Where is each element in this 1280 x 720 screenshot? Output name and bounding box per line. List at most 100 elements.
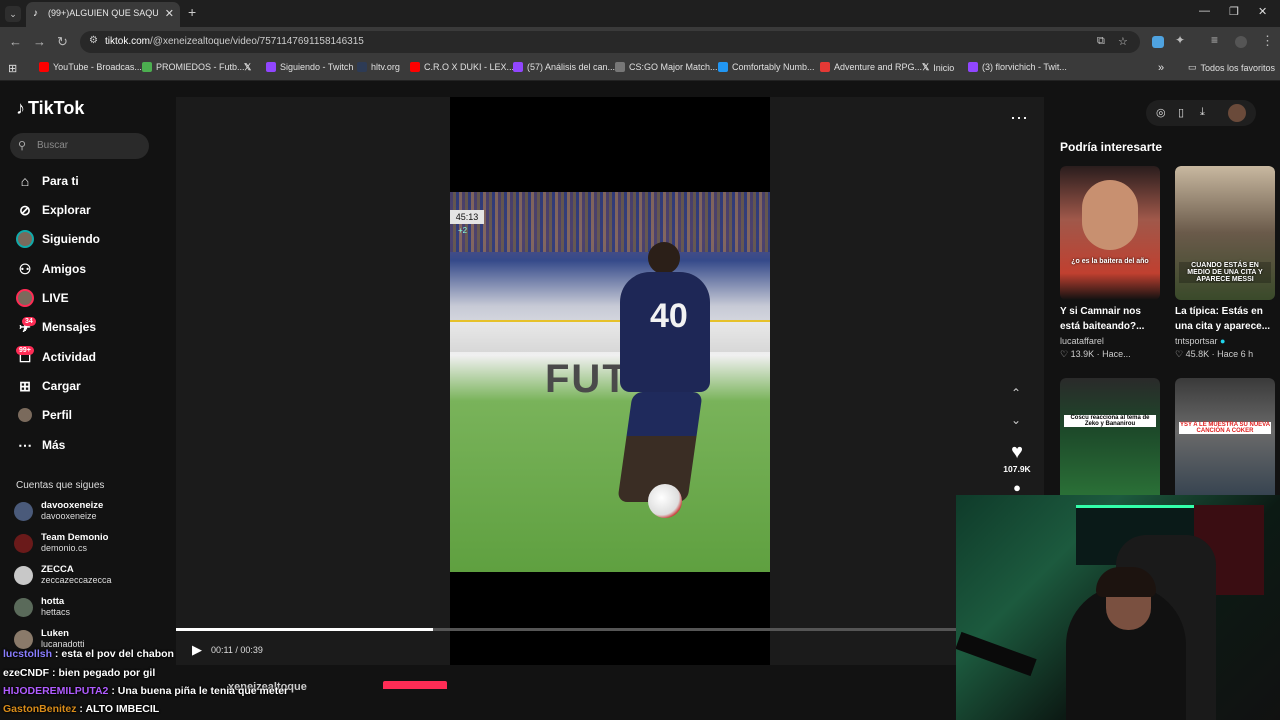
account-name: ZECCA [41,564,74,575]
bookmark-comfortably[interactable]: Comfortably Numb... [718,62,815,72]
following-avatar [16,230,34,248]
coins-icon[interactable]: ◎ [1156,106,1166,119]
nav-label: Perfil [42,408,73,422]
bookmark-inicio[interactable]: 𝕏 Inicio [922,62,954,73]
more-bookmarks-icon[interactable]: » [1158,62,1164,74]
scoreboard-time: 45:13 [450,210,484,224]
bookmark-label: Comfortably Numb... [732,62,815,72]
video-frame[interactable]: 45:13 +2 FUTBO 40 [450,192,770,572]
download-icon[interactable]: ⤓ [1200,106,1205,119]
device-icon[interactable]: ▯ [1178,106,1184,119]
chat-user: lucstollsh [3,648,53,660]
verified-badge-icon: ● [1220,336,1226,346]
like-button[interactable]: ♥ 107.9K ● [1000,441,1034,495]
nav-para-ti[interactable]: ⌂ Para ti [16,172,79,190]
chrome-menu-icon[interactable]: ⋮ [1261,33,1274,49]
tiktok-logo[interactable]: ♪ TikTok [16,98,84,119]
recommended-video-card[interactable]: Coscu reacciona al tema de Zeko y Banani… [1060,378,1160,512]
player-head [648,242,680,274]
followed-account[interactable]: Team Demonio demonio.cs [14,532,108,553]
game-icon [820,62,830,72]
more-options-icon[interactable]: ⋯ [1010,108,1028,129]
maximize-button[interactable]: ❐ [1229,5,1239,18]
bookmark-label: PROMIEDOS - Futb... [156,62,245,72]
video-progress-bar[interactable] [176,628,956,631]
user-avatar[interactable] [1228,104,1246,122]
thumbnail-caption: CUANDO ESTÁS EN MEDIO DE UNA CITA Y APAR… [1179,262,1271,283]
bookmark-florvichich[interactable]: (3) florvichich - Twit... [968,62,1067,72]
search-input[interactable]: ⚲ Buscar [10,133,149,159]
video-thumbnail: Coscu reacciona al tema de Zeko y Banani… [1060,378,1160,512]
bookmark-hltv[interactable]: hltv.org [357,62,400,72]
recommendations-title: Podría interesarte [1060,140,1163,154]
back-button[interactable]: ← [9,34,22,49]
csgo-icon [615,62,625,72]
nav-siguiendo[interactable]: Siguiendo [16,230,100,248]
followed-account[interactable]: hotta hettacs [14,596,70,617]
play-icon[interactable]: ▶ [192,642,202,658]
extensions-puzzle-icon[interactable]: ✦ [1175,33,1185,47]
browser-tab[interactable]: ♪ (99+)ALGUIEN QUE SAQUE A S ✕ [26,2,180,27]
tab-search-button[interactable]: ⌄ [5,6,21,22]
apps-grid-icon[interactable]: ⊞ [8,62,17,75]
nav-mas[interactable]: ⋯ Más [16,436,65,454]
heart-outline-icon: ♡ [1060,349,1069,359]
top-actions: ◎ ▯ ⤓ [1146,100,1256,126]
reload-button[interactable]: ↻ [57,34,68,50]
new-tab-button[interactable]: + [188,4,196,20]
bookmark-promiedos[interactable]: PROMIEDOS - Futb... [142,62,245,72]
all-favorites-folder[interactable]: ▭ Todos los favoritos [1188,62,1275,73]
nav-amigos[interactable]: ⚇ Amigos [16,260,86,278]
followed-account[interactable]: davooxeneize davooxeneize [14,500,103,521]
bookmark-star-icon[interactable]: ☆ [1118,35,1128,48]
chat-text: ALTO IMBECIL [85,703,160,715]
tab-close-icon[interactable]: ✕ [165,7,174,20]
promiedos-icon [142,62,152,72]
close-window-button[interactable]: ✕ [1258,5,1267,18]
profile-avatar[interactable] [1235,36,1247,48]
following-accounts-title: Cuentas que sigues [16,480,105,491]
extension-icon[interactable] [1152,36,1164,48]
next-video-icon[interactable]: ⌄ [1011,413,1021,427]
minimize-button[interactable]: — [1199,5,1210,17]
nav-perfil[interactable]: Perfil [16,406,72,424]
bookmark-twitch-following[interactable]: Siguiendo - Twitch [266,62,353,72]
nav-cargar[interactable]: ⊞ Cargar [16,377,81,395]
nav-live[interactable]: LIVE [16,289,69,307]
recommended-video-card[interactable]: ¿o es la baitera del año Y si Camnair no… [1060,166,1160,360]
recommended-video-card[interactable]: CUANDO ESTÁS EN MEDIO DE UNA CITA Y APAR… [1175,166,1275,360]
bookmark-label: YouTube - Broadcas... [53,62,142,72]
site-info-icon[interactable]: ⚙ [89,35,98,46]
compass-icon: ⊘ [19,201,31,218]
thumbnail-caption: Coscu reacciona al tema de Zeko y Banani… [1064,415,1156,427]
bookmark-x[interactable]: 𝕏 [244,62,251,73]
bookmark-analisis[interactable]: (57) Análisis del can... [513,62,615,72]
forward-button[interactable]: → [33,34,46,49]
follow-button[interactable] [383,681,447,689]
previous-video-icon[interactable]: ⌃ [1011,386,1021,400]
bookmark-adventure[interactable]: Adventure and RPG... [820,62,922,72]
account-name: Luken [41,628,69,639]
nav-label: Cargar [42,379,81,393]
recommended-video-card[interactable]: YSY A LE MUESTRA SU NUEVA CANCIÓN A COKE… [1175,378,1275,512]
bookmark-duki[interactable]: C.R.O X DUKI - LEX... [410,62,514,72]
install-app-icon[interactable]: ⧉ [1097,35,1105,48]
heart-icon: ♥ [1011,441,1023,463]
youtube-icon [410,62,420,72]
bookmark-youtube[interactable]: YouTube - Broadcas... [39,62,142,72]
bookmark-label: (3) florvichich - Twit... [982,62,1067,72]
address-bar[interactable]: ⚙ tiktok.com/@xeneizealtoque/video/75711… [80,31,1140,53]
followed-account[interactable]: ZECCA zeccazeccazecca [14,564,112,585]
bookmark-csgo[interactable]: CS:GO Major Match... [615,62,718,72]
followed-account[interactable]: Luken lucanadotti [14,628,85,649]
webcam-overlay [956,495,1280,720]
media-control-icon[interactable]: ≡ [1211,33,1218,47]
comment-icon[interactable]: ● [1000,480,1034,495]
music-icon [718,62,728,72]
profile-avatar [16,406,34,424]
card-title: La típica: Estás en una cita y aparece..… [1175,306,1271,332]
video-time: 00:11 / 00:39 [211,645,263,655]
bookmark-label: (57) Análisis del can... [527,62,616,72]
nav-explorar[interactable]: ⊘ Explorar [16,201,91,219]
account-handle: demonio.cs [41,543,88,553]
